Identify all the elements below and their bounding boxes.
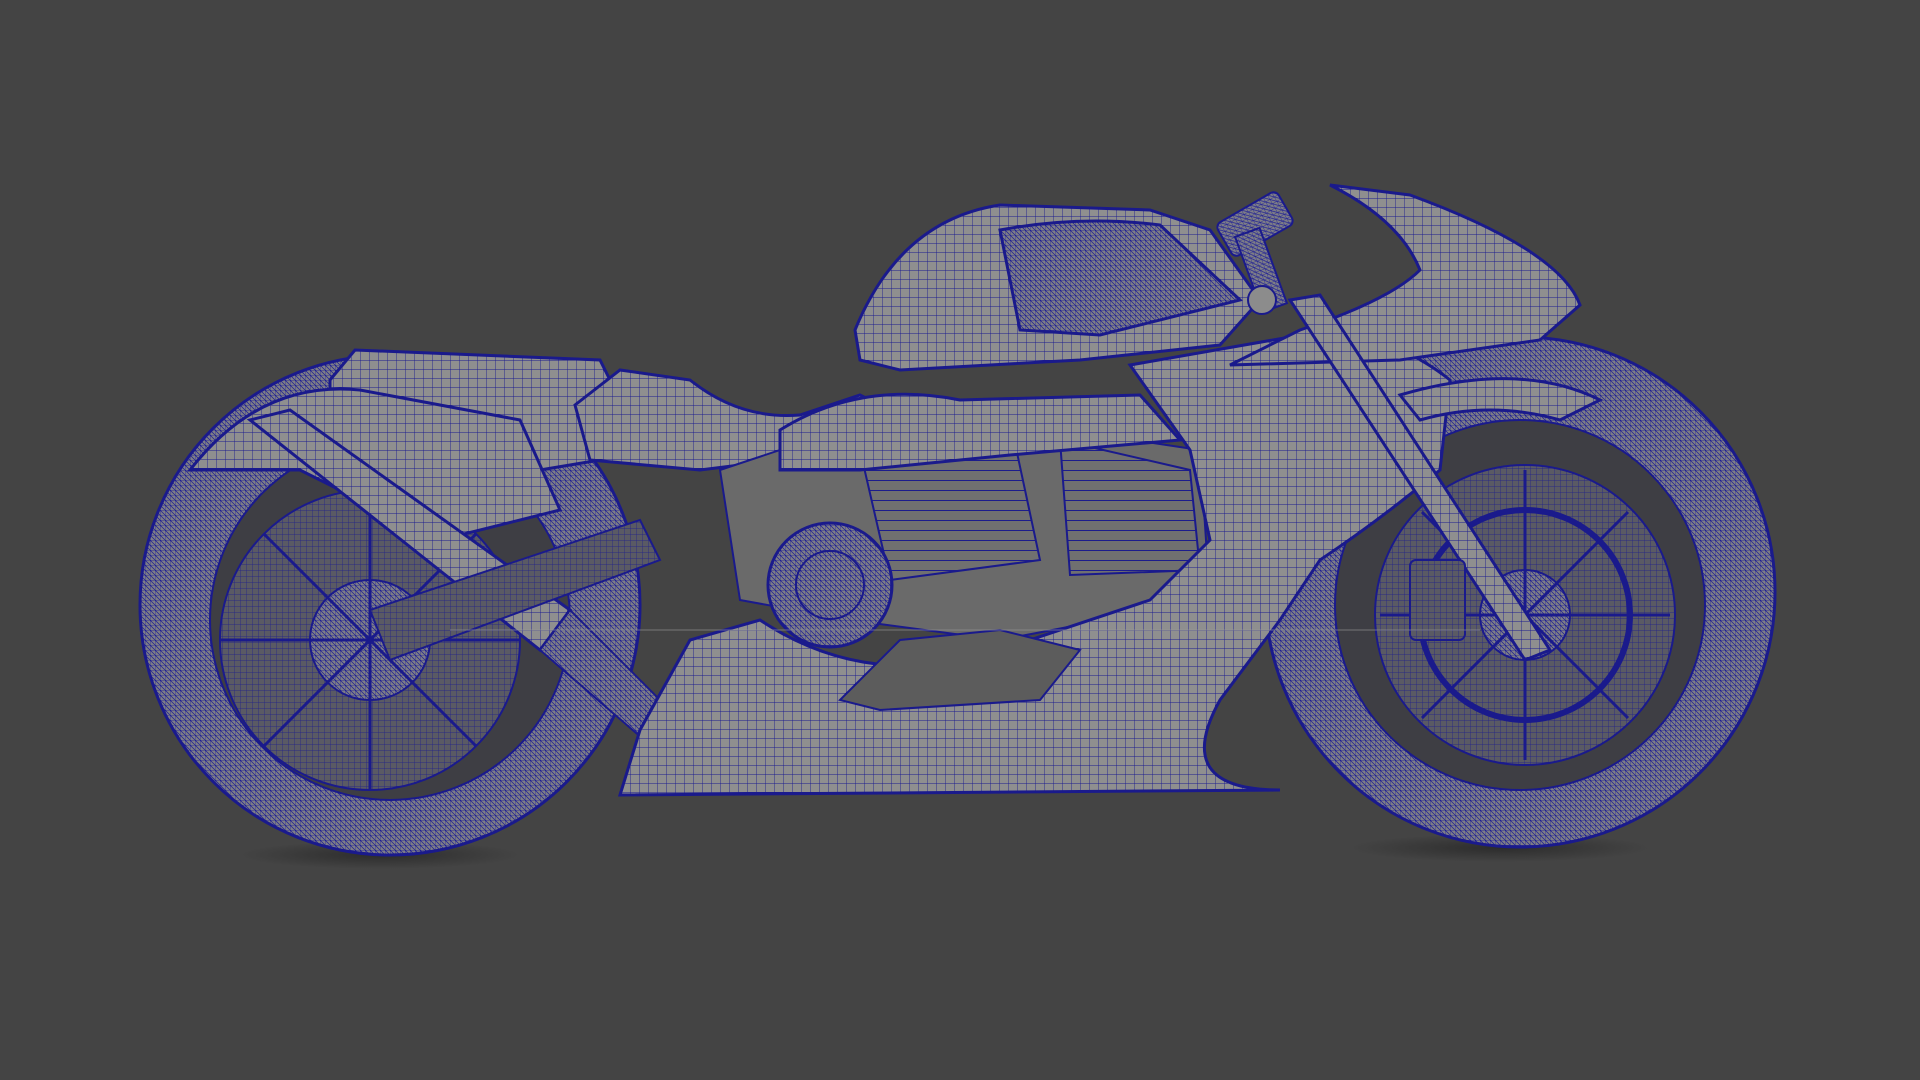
brake-caliper <box>1409 559 1466 641</box>
3d-viewport[interactable] <box>0 0 1920 1080</box>
motorcycle-model[interactable] <box>0 0 1920 1080</box>
clutch-cover <box>766 521 894 649</box>
